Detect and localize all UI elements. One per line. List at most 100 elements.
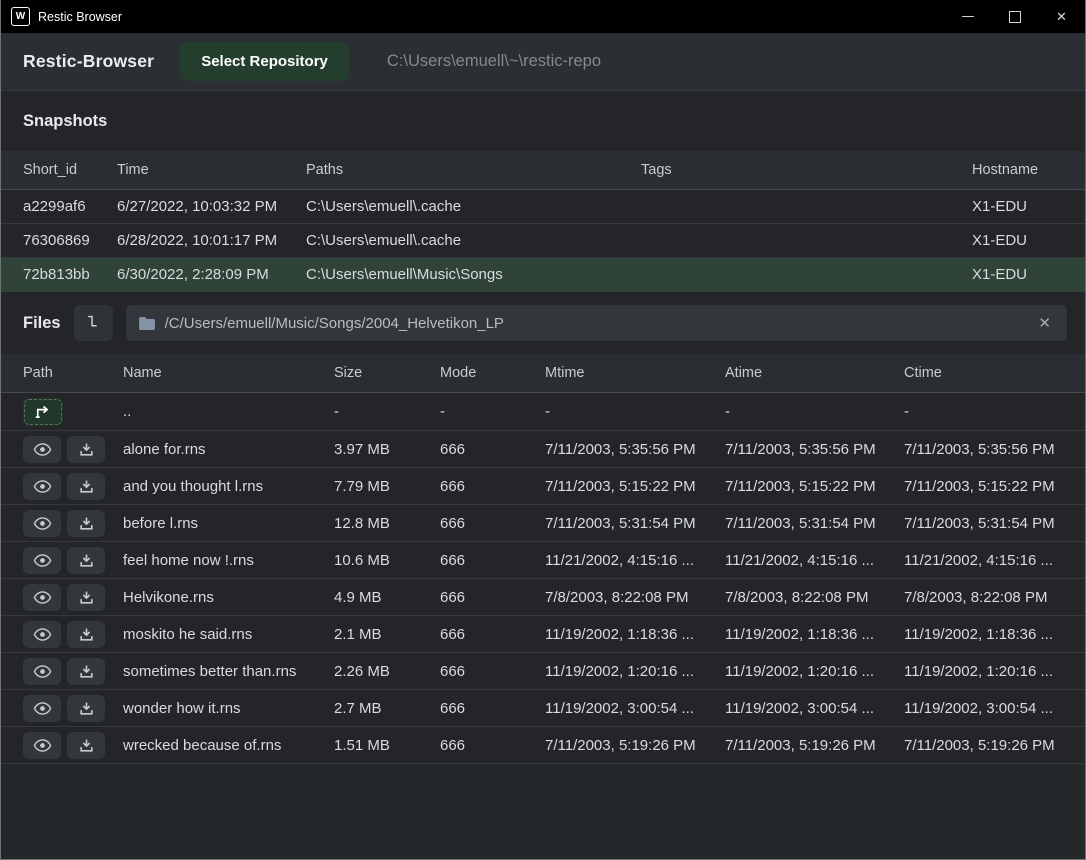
eye-icon <box>33 701 52 716</box>
download-file-button[interactable] <box>67 695 105 722</box>
file-name: wonder how it.rns <box>123 700 334 717</box>
file-size: 4.9 MB <box>334 589 440 606</box>
file-mode: 666 <box>440 478 545 495</box>
file-ctime: 7/11/2003, 5:35:56 PM <box>904 441 1085 458</box>
file-row: and you thought l.rns7.79 MB6667/11/2003… <box>1 467 1085 504</box>
download-file-button[interactable] <box>67 658 105 685</box>
file-atime: - <box>725 403 904 420</box>
snapshot-row[interactable]: a2299af66/27/2022, 10:03:32 PMC:\Users\e… <box>1 190 1085 223</box>
parent-directory-row: ..----- <box>1 393 1085 430</box>
col-short-id: Short_id <box>23 162 117 178</box>
file-mode: 666 <box>440 737 545 754</box>
snapshot-row[interactable]: 763068696/28/2022, 10:01:17 PMC:\Users\e… <box>1 223 1085 257</box>
file-row-actions <box>23 398 123 426</box>
eye-icon <box>33 627 52 642</box>
app-header: Restic-Browser Select Repository C:\User… <box>1 33 1085 91</box>
file-name: moskito he said.rns <box>123 626 334 643</box>
file-atime: 11/19/2002, 3:00:54 ... <box>725 700 904 717</box>
app-title: Restic-Browser <box>23 51 154 72</box>
download-file-button[interactable] <box>67 584 105 611</box>
folder-icon <box>138 316 156 331</box>
file-size: 2.26 MB <box>334 663 440 680</box>
file-row-actions <box>23 621 123 648</box>
col-atime: Atime <box>725 365 904 381</box>
file-ctime: - <box>904 403 1085 420</box>
up-right-arrow-icon <box>34 404 52 419</box>
file-atime: 11/19/2002, 1:18:36 ... <box>725 626 904 643</box>
file-mtime: 7/11/2003, 5:35:56 PM <box>545 441 725 458</box>
snapshot-hostname: X1-EDU <box>972 232 1085 249</box>
file-mode: - <box>440 403 545 420</box>
file-row-actions <box>23 473 123 500</box>
titlebar: W Restic Browser ✕ <box>1 0 1085 33</box>
preview-file-button[interactable] <box>23 658 61 685</box>
col-ctime: Ctime <box>904 365 1085 381</box>
file-name: alone for.rns <box>123 441 334 458</box>
eye-icon <box>33 479 52 494</box>
preview-file-button[interactable] <box>23 510 61 537</box>
file-size: - <box>334 403 440 420</box>
maximize-icon[interactable] <box>991 0 1038 33</box>
file-mtime: 11/19/2002, 1:18:36 ... <box>545 626 725 643</box>
snapshot-time: 6/28/2022, 10:01:17 PM <box>117 232 306 249</box>
file-size: 2.1 MB <box>334 626 440 643</box>
file-row: moskito he said.rns2.1 MB66611/19/2002, … <box>1 615 1085 652</box>
go-up-directory-button[interactable] <box>23 398 63 426</box>
minimize-icon[interactable] <box>944 0 991 33</box>
file-mode: 666 <box>440 663 545 680</box>
current-path-bar[interactable]: /C/Users/emuell/Music/Songs/2004_Helveti… <box>126 305 1067 341</box>
preview-file-button[interactable] <box>23 547 61 574</box>
download-icon <box>79 627 94 642</box>
file-name: wrecked because of.rns <box>123 737 334 754</box>
download-file-button[interactable] <box>67 547 105 574</box>
preview-file-button[interactable] <box>23 695 61 722</box>
snapshot-time: 6/30/2022, 2:28:09 PM <box>117 266 306 283</box>
files-table-body: ..-----alone for.rns3.97 MB6667/11/2003,… <box>1 393 1085 764</box>
col-paths: Paths <box>306 162 641 178</box>
tree-view-toggle-button[interactable] <box>74 305 113 341</box>
file-mode: 666 <box>440 552 545 569</box>
download-file-button[interactable] <box>67 436 105 463</box>
repository-path: C:\Users\emuell\~\restic-repo <box>387 52 601 71</box>
download-file-button[interactable] <box>67 621 105 648</box>
file-row: before l.rns12.8 MB6667/11/2003, 5:31:54… <box>1 504 1085 541</box>
snapshot-hostname: X1-EDU <box>972 198 1085 215</box>
files-section-header: Files /C/Users/emuell/Music/Songs/2004_H… <box>1 291 1085 354</box>
snapshot-row[interactable]: 72b813bb6/30/2022, 2:28:09 PMC:\Users\em… <box>1 257 1085 291</box>
eye-icon <box>33 664 52 679</box>
download-icon <box>79 553 94 568</box>
snapshot-paths: C:\Users\emuell\Music\Songs <box>306 266 641 283</box>
file-mode: 666 <box>440 515 545 532</box>
download-file-button[interactable] <box>67 732 105 759</box>
preview-file-button[interactable] <box>23 584 61 611</box>
select-repository-button[interactable]: Select Repository <box>180 42 349 81</box>
close-icon[interactable]: ✕ <box>1038 0 1085 33</box>
file-row: wonder how it.rns2.7 MB66611/19/2002, 3:… <box>1 689 1085 726</box>
file-atime: 11/19/2002, 1:20:16 ... <box>725 663 904 680</box>
file-mtime: 11/19/2002, 1:20:16 ... <box>545 663 725 680</box>
col-tags: Tags <box>641 162 972 178</box>
file-row: wrecked because of.rns1.51 MB6667/11/200… <box>1 726 1085 763</box>
file-name[interactable]: .. <box>123 403 334 420</box>
preview-file-button[interactable] <box>23 473 61 500</box>
col-name: Name <box>123 365 334 381</box>
file-ctime: 7/11/2003, 5:15:22 PM <box>904 478 1085 495</box>
snapshot-paths: C:\Users\emuell\.cache <box>306 198 641 215</box>
preview-file-button[interactable] <box>23 436 61 463</box>
file-row: Helvikone.rns4.9 MB6667/8/2003, 8:22:08 … <box>1 578 1085 615</box>
download-file-button[interactable] <box>67 510 105 537</box>
preview-file-button[interactable] <box>23 732 61 759</box>
download-icon <box>79 738 94 753</box>
file-mtime: 7/11/2003, 5:19:26 PM <box>545 737 725 754</box>
file-atime: 7/11/2003, 5:35:56 PM <box>725 441 904 458</box>
eye-icon <box>33 553 52 568</box>
col-hostname: Hostname <box>972 162 1085 178</box>
download-file-button[interactable] <box>67 473 105 500</box>
file-row: alone for.rns3.97 MB6667/11/2003, 5:35:5… <box>1 430 1085 467</box>
current-path-value: /C/Users/emuell/Music/Songs/2004_Helveti… <box>165 315 1035 332</box>
snapshot-paths: C:\Users\emuell\.cache <box>306 232 641 249</box>
download-icon <box>79 516 94 531</box>
clear-path-icon[interactable]: ✕ <box>1034 312 1055 334</box>
col-time: Time <box>117 162 306 178</box>
preview-file-button[interactable] <box>23 621 61 648</box>
